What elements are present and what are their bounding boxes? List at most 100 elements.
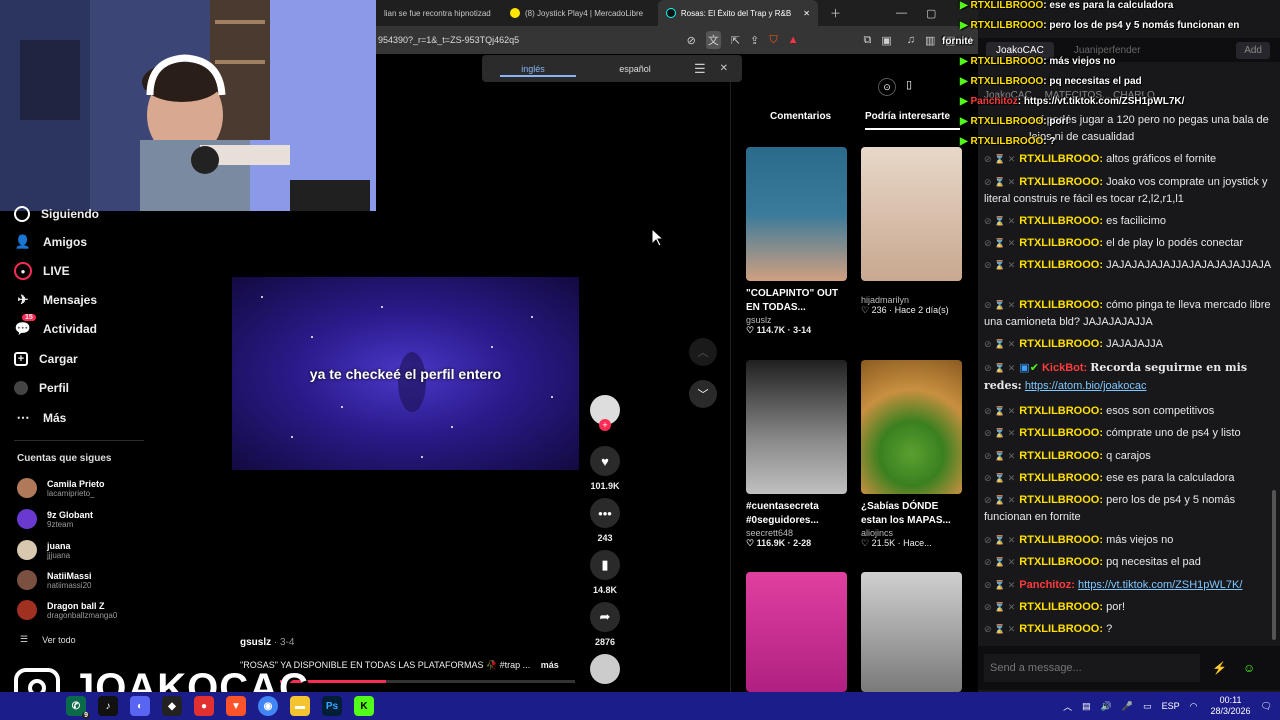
autoscroll-icon[interactable]: ⊙ — [878, 78, 896, 96]
clock[interactable]: 00:11 28/3/2026 — [1211, 695, 1251, 717]
video-author[interactable]: gsuslz — [240, 637, 271, 648]
chat-input[interactable] — [984, 654, 1200, 682]
save-action[interactable]: ▮ 14.8K — [590, 550, 620, 595]
chat-username[interactable]: RTXLILBROOO: — [1019, 259, 1103, 271]
wallet-icon[interactable]: ▣ — [881, 34, 891, 47]
nav-mas[interactable]: ⋯ Más — [14, 406, 67, 430]
brave-taskbar-icon[interactable]: ▼ — [226, 696, 246, 716]
more-link[interactable]: más — [541, 660, 559, 670]
nav-mensajes[interactable]: ✈ Mensajes — [14, 288, 97, 312]
video-card[interactable]: ¿Sabías DÓNDE estan los MAPAS... aliojin… — [861, 360, 962, 549]
message-link[interactable]: https://vt.tiktok.com/ZSH1pWL7K/ — [1078, 579, 1242, 591]
wifi-icon[interactable]: ◠ — [1190, 701, 1198, 712]
prev-video-button[interactable]: ︿ — [689, 338, 717, 366]
nav-live[interactable]: ● LIVE — [14, 259, 70, 283]
video-card[interactable]: #cuentasecreta #0seguidores... seecrett6… — [746, 360, 847, 549]
explorer-taskbar-icon[interactable]: ▬ — [290, 696, 310, 716]
video-card[interactable]: hijadmarilyn ♡ 236 · Hace 2 día(s) — [861, 147, 962, 316]
browser-tab[interactable]: lian se fue recontra hipnotizad — [376, 0, 502, 26]
lang-option-english[interactable]: inglés — [482, 64, 584, 74]
chat-username[interactable]: Panchitoz: — [1019, 579, 1075, 591]
language-indicator[interactable]: ESP — [1162, 701, 1180, 711]
brave-shield-icon[interactable]: ⛉ — [769, 34, 777, 47]
tab-comments[interactable]: Comentarios — [770, 111, 831, 122]
chat-username[interactable]: RTXLILBROOO: — [1019, 338, 1103, 350]
chrome-taskbar-icon[interactable]: ◉ — [258, 696, 278, 716]
follow-plus-icon[interactable]: + — [599, 419, 611, 431]
nav-siguiendo[interactable]: Siguiendo — [14, 202, 99, 226]
whatsapp-taskbar-icon[interactable]: ✆ 9 — [66, 696, 90, 719]
obs-taskbar-icon[interactable]: ● — [194, 696, 214, 716]
extensions-icon[interactable]: ⧉ — [863, 34, 871, 47]
chat-scrollbar[interactable] — [1272, 490, 1276, 640]
progress-track[interactable] — [280, 680, 575, 683]
nav-cargar[interactable]: + Cargar — [14, 347, 78, 371]
following-account[interactable]: Camila Prieto lacamiprieto_ — [17, 475, 105, 501]
eye-off-icon[interactable]: ⊘ — [687, 34, 696, 47]
following-account[interactable]: NatiiMassi natiimassi20 — [17, 567, 92, 593]
browser-tab-active[interactable]: Rosas: El Éxito del Trap y R&B ✕ — [658, 0, 818, 26]
chat-username[interactable]: KickBot: — [1042, 362, 1087, 374]
like-action[interactable]: ♥ 101.9K — [590, 446, 620, 491]
kick-emoji-icon[interactable]: ☺ — [1243, 661, 1255, 675]
card-thumbnail[interactable] — [861, 572, 962, 692]
message-link[interactable]: https://atom.bio/joakocac — [1025, 380, 1147, 392]
rewards-icon[interactable]: ▲ — [788, 34, 799, 46]
share-action[interactable]: ➦ 2876 — [590, 602, 620, 647]
card-thumbnail[interactable] — [746, 572, 847, 692]
nav-actividad[interactable]: 💬 15 Actividad — [14, 314, 97, 341]
chevron-up-icon[interactable]: ︿ — [1063, 700, 1072, 713]
browser-tab[interactable]: (8) Joystick Play4 | MercadoLibre — [502, 0, 658, 26]
comment-action[interactable]: ••• 243 — [590, 498, 620, 543]
volume-icon[interactable]: 🔊 — [1101, 701, 1112, 712]
close-tab-icon[interactable]: ✕ — [803, 9, 810, 18]
nav-perfil[interactable]: Perfil — [14, 376, 69, 400]
tab-interest[interactable]: Podría interesarte — [865, 111, 960, 122]
nav-amigos[interactable]: 👤 Amigos — [14, 230, 87, 254]
chat-tab-juaniperfender[interactable]: Juaniperfender — [1074, 45, 1141, 56]
maximize-icon[interactable]: ▢ — [926, 7, 936, 20]
chat-username[interactable]: RTXLILBROOO: — [1019, 299, 1103, 311]
sound-action[interactable] — [590, 654, 620, 684]
translate-icon[interactable]: 文 — [705, 31, 721, 49]
sidebar-icon[interactable]: ▥ — [925, 34, 935, 47]
video-card[interactable]: "COLAPINTO" OUT EN TODAS... gsuslz ♡ 114… — [746, 147, 847, 336]
mic-icon[interactable]: 🎤 — [1122, 701, 1133, 712]
url-field[interactable]: 954390?_r=1&_t=ZS-953TQj462q5 — [378, 35, 682, 45]
chat-username[interactable]: RTXLILBROOO: — [1019, 556, 1103, 568]
next-video-button[interactable]: ﹀ — [689, 380, 717, 408]
video-player[interactable]: ya te checkeé el perfil entero — [232, 277, 579, 470]
chat-username[interactable]: RTXLILBROOO: — [1019, 176, 1103, 188]
open-external-icon[interactable]: ⇱ — [731, 34, 740, 47]
chat-username[interactable]: RTXLILBROOO: — [1019, 623, 1103, 635]
notifications-icon[interactable]: 🗨 — [1261, 701, 1272, 712]
minimize-icon[interactable]: — — [896, 7, 907, 19]
chat-username[interactable]: RTXLILBROOO: — [1019, 450, 1103, 462]
chat-username[interactable]: RTXLILBROOO: — [1019, 534, 1103, 546]
following-account[interactable]: juana jjjuana — [17, 537, 71, 563]
menu-icon[interactable]: ☰ — [694, 61, 706, 77]
following-account[interactable]: Dragon ball Zdragonballzmanga0 — [17, 597, 117, 623]
app-taskbar-icon[interactable]: ◆ — [162, 696, 182, 716]
tray-app-icon[interactable]: ▤ — [1082, 701, 1091, 712]
share-icon[interactable]: ⇪ — [750, 34, 759, 47]
chat-username[interactable]: RTXLILBROOO: — [1019, 153, 1103, 165]
following-account[interactable]: 9z Globant 9zteam — [17, 506, 93, 532]
lang-option-spanish[interactable]: español — [584, 64, 686, 74]
chat-username[interactable]: RTXLILBROOO: — [1019, 405, 1103, 417]
chat-username[interactable]: RTXLILBROOO: — [1019, 237, 1103, 249]
tiktok-taskbar-icon[interactable]: ♪ — [98, 696, 118, 716]
music-icon[interactable]: ♫ — [907, 34, 915, 46]
chat-username[interactable]: RTXLILBROOO: — [1019, 601, 1103, 613]
author-avatar-action[interactable]: + — [590, 395, 620, 431]
chat-username[interactable]: RTXLILBROOO: — [1019, 427, 1103, 439]
add-tab-button[interactable]: Add — [1236, 41, 1270, 59]
chat-username[interactable]: RTXLILBROOO: — [1019, 472, 1103, 484]
photoshop-taskbar-icon[interactable]: Ps — [322, 696, 342, 716]
device-icon[interactable]: ▯ — [906, 78, 912, 96]
new-tab-icon[interactable]: ＋ — [830, 5, 841, 21]
kick-taskbar-icon[interactable]: K — [354, 696, 374, 716]
close-icon[interactable]: ✕ — [720, 63, 728, 74]
chat-username[interactable]: RTXLILBROOO: — [1019, 494, 1103, 506]
chat-username[interactable]: RTXLILBROOO: — [1019, 215, 1103, 227]
